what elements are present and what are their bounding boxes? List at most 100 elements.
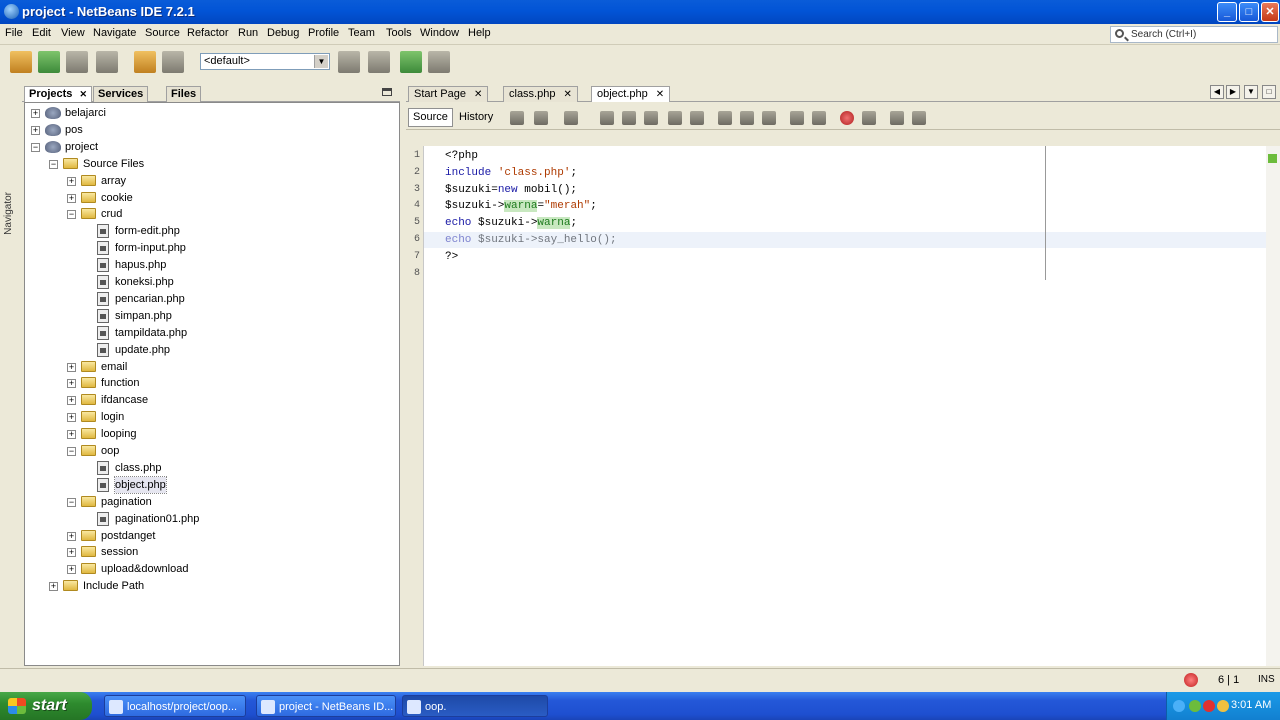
scroll-tabs-left-icon[interactable]: ◀ bbox=[1210, 85, 1224, 99]
menu-debug[interactable]: Debug bbox=[267, 27, 299, 39]
code-editor[interactable]: <?php include 'class.php'; $suzuki=new mob… bbox=[424, 146, 1266, 666]
expand-icon[interactable]: + bbox=[67, 548, 76, 558]
collapse-icon[interactable]: − bbox=[67, 210, 76, 220]
menu-file[interactable]: File bbox=[5, 27, 23, 39]
redo-icon[interactable] bbox=[162, 51, 184, 73]
last-edit-icon[interactable] bbox=[510, 111, 524, 125]
find-previous-icon[interactable] bbox=[622, 111, 636, 125]
expand-icon[interactable]: + bbox=[67, 565, 76, 575]
volume-icon[interactable] bbox=[1217, 700, 1229, 712]
undo-icon[interactable] bbox=[134, 51, 156, 73]
collapse-icon[interactable]: − bbox=[67, 497, 76, 507]
shift-right-icon[interactable] bbox=[812, 111, 826, 125]
error-stripe[interactable] bbox=[1266, 146, 1280, 666]
tab-object-php[interactable]: object.php ✕ bbox=[591, 86, 671, 102]
menu-navigate[interactable]: Navigate bbox=[93, 27, 136, 39]
tree-item-label: postdanget bbox=[101, 529, 156, 542]
error-notification-icon[interactable] bbox=[1184, 673, 1198, 687]
configuration-select[interactable]: <default> ▼ bbox=[200, 53, 330, 70]
open-project-icon[interactable] bbox=[66, 51, 88, 73]
tab-services[interactable]: Services bbox=[93, 86, 149, 102]
tree-item-label: form-edit.php bbox=[115, 225, 180, 238]
code-line: ?> bbox=[445, 250, 459, 263]
menu-run[interactable]: Run bbox=[238, 27, 258, 39]
debug-project-icon[interactable] bbox=[428, 51, 450, 73]
back-icon[interactable] bbox=[534, 111, 548, 125]
tree-item-label: crud bbox=[101, 208, 123, 221]
previous-bookmark-icon[interactable] bbox=[718, 111, 732, 125]
expand-icon[interactable]: + bbox=[49, 582, 58, 592]
comment-icon[interactable] bbox=[890, 111, 904, 125]
expand-icon[interactable]: + bbox=[67, 413, 76, 423]
next-bookmark-icon[interactable] bbox=[740, 111, 754, 125]
line-number: 3 bbox=[414, 183, 421, 195]
find-next-icon[interactable] bbox=[644, 111, 658, 125]
tab-class-php[interactable]: class.php ✕ bbox=[503, 86, 578, 102]
toggle-highlight-icon[interactable] bbox=[668, 111, 682, 125]
network-icon[interactable] bbox=[1173, 700, 1185, 712]
find-selection-icon[interactable] bbox=[600, 111, 614, 125]
uncomment-icon[interactable] bbox=[912, 111, 926, 125]
menu-edit[interactable]: Edit bbox=[32, 27, 51, 39]
tab-files[interactable]: Files bbox=[166, 86, 202, 102]
tab-projects[interactable]: Projects ✕ bbox=[24, 86, 93, 102]
shift-left-icon[interactable] bbox=[790, 111, 804, 125]
expand-icon[interactable]: + bbox=[67, 362, 76, 372]
maximize-button[interactable]: □ bbox=[1239, 2, 1259, 22]
start-macro-recording-icon[interactable] bbox=[840, 111, 854, 125]
stop-macro-recording-icon[interactable] bbox=[862, 111, 876, 125]
scroll-tabs-right-icon[interactable]: ▶ bbox=[1226, 85, 1240, 99]
tray-app-icon[interactable] bbox=[1189, 700, 1201, 712]
new-file-icon[interactable] bbox=[10, 51, 32, 73]
start-button[interactable]: start bbox=[0, 692, 92, 720]
menu-help[interactable]: Help bbox=[468, 27, 491, 39]
menu-team[interactable]: Team bbox=[348, 27, 375, 39]
taskbar-item-netbeans[interactable]: project - NetBeans ID... bbox=[256, 695, 396, 717]
run-project-icon[interactable] bbox=[400, 51, 422, 73]
maximize-window-icon[interactable]: □ bbox=[1262, 85, 1276, 99]
expand-icon[interactable]: + bbox=[67, 430, 76, 440]
chevron-down-icon[interactable]: ▼ bbox=[314, 55, 328, 68]
toggle-bookmark-icon[interactable] bbox=[762, 111, 776, 125]
tab-start-page[interactable]: Start Page ✕ bbox=[408, 86, 489, 102]
minimize-panel-icon[interactable] bbox=[382, 88, 392, 96]
expand-icon[interactable]: + bbox=[31, 125, 40, 135]
clean-build-icon[interactable] bbox=[368, 51, 390, 73]
close-button[interactable]: ✕ bbox=[1261, 2, 1279, 22]
taskbar-item-oop[interactable]: oop. bbox=[402, 695, 548, 717]
tree-item-label: Include Path bbox=[83, 580, 145, 593]
menu-refactor[interactable]: Refactor bbox=[187, 27, 229, 39]
history-mode-button[interactable]: History bbox=[454, 108, 498, 127]
new-project-icon[interactable] bbox=[38, 51, 60, 73]
menu-window[interactable]: Window bbox=[420, 27, 459, 39]
expand-icon[interactable]: + bbox=[67, 531, 76, 541]
collapse-icon[interactable]: − bbox=[49, 159, 58, 169]
save-all-icon[interactable] bbox=[96, 51, 118, 73]
show-opened-documents-icon[interactable]: ▼ bbox=[1244, 85, 1258, 99]
forward-icon[interactable] bbox=[564, 111, 578, 125]
taskbar-item-browser[interactable]: localhost/project/oop... bbox=[104, 695, 246, 717]
tree-item-label: ifdancase bbox=[101, 394, 149, 407]
security-icon[interactable] bbox=[1203, 700, 1215, 712]
menu-profile[interactable]: Profile bbox=[308, 27, 339, 39]
project-tree: + belajarci + pos − project − Source Files + arra… bbox=[24, 102, 400, 666]
code-line: $suzuki=new mobil(); bbox=[445, 183, 578, 196]
build-icon[interactable] bbox=[338, 51, 360, 73]
collapse-icon[interactable]: − bbox=[67, 447, 76, 456]
tree-item-label: upload&download bbox=[101, 563, 189, 576]
toggle-rectangular-selection-icon[interactable] bbox=[690, 111, 704, 125]
collapse-icon[interactable]: − bbox=[31, 142, 40, 152]
quick-search-input[interactable]: Search (Ctrl+I) bbox=[1110, 26, 1278, 43]
expand-icon[interactable]: + bbox=[67, 379, 76, 389]
expand-icon[interactable]: + bbox=[67, 176, 76, 186]
expand-icon[interactable]: + bbox=[67, 396, 76, 406]
expand-icon[interactable]: + bbox=[31, 109, 40, 118]
menu-source[interactable]: Source bbox=[145, 27, 180, 39]
source-mode-button[interactable]: Source bbox=[408, 108, 453, 127]
expand-icon[interactable]: + bbox=[67, 193, 76, 203]
minimize-button[interactable]: _ bbox=[1217, 2, 1237, 22]
line-number: 5 bbox=[414, 217, 421, 229]
menu-tools[interactable]: Tools bbox=[386, 27, 412, 39]
menu-view[interactable]: View bbox=[61, 27, 85, 39]
navigator-tab[interactable]: Navigator bbox=[3, 192, 14, 235]
